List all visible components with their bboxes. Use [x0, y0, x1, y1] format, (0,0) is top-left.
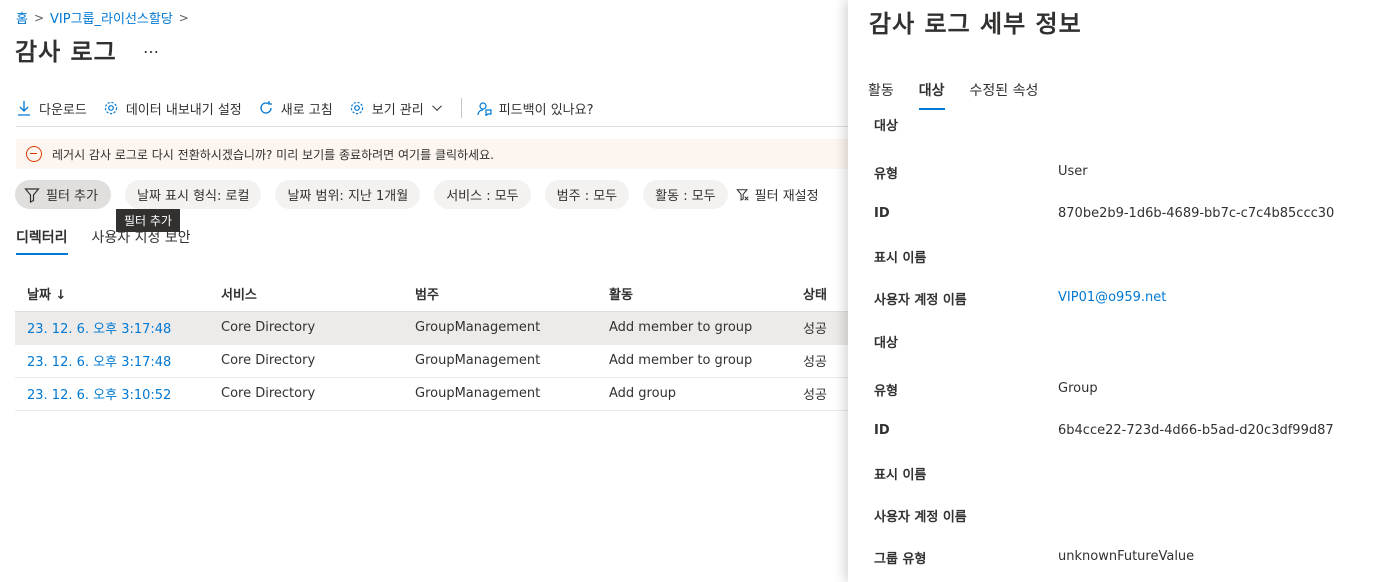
- legacy-banner[interactable]: 레거시 감사 로그로 다시 전환하시겠습니까? 미리 보기를 종료하려면 여기를…: [16, 139, 848, 169]
- id-value: 870be2b9-1d6b-4689-bb7c-c7c4b85ccc30: [1058, 206, 1335, 221]
- table-header-row: 날짜 ↓ 서비스 범주 활동 상태: [15, 276, 848, 312]
- toolbar-divider: [460, 98, 462, 118]
- date-format-filter[interactable]: 날짜 표시 형식: 로컬: [124, 180, 262, 209]
- column-service[interactable]: 서비스: [209, 276, 403, 312]
- manage-view-label: 보기 관리: [371, 102, 424, 118]
- feedback-icon: [477, 102, 492, 116]
- row-activity: Add group: [597, 377, 791, 411]
- row-status: 성공: [791, 377, 848, 411]
- chevron-right-icon: >: [178, 10, 189, 25]
- details-tabs: 활동 대상 수정된 속성: [868, 78, 1038, 110]
- column-status[interactable]: 상태: [791, 276, 848, 312]
- export-settings-button[interactable]: 데이터 내보내기 설정: [103, 99, 242, 118]
- row-category: GroupManagement: [403, 311, 597, 345]
- audit-log-details-panel: 감사 로그 세부 정보 활동 대상 수정된 속성 대상 유형 User ID 8…: [848, 0, 1378, 582]
- add-filter-tooltip: 필터 추가: [116, 209, 180, 232]
- filter-reset-icon: [735, 188, 749, 201]
- chevron-right-icon: >: [33, 10, 45, 25]
- download-label: 다운로드: [39, 102, 87, 118]
- details-title: 감사 로그 세부 정보: [869, 10, 1082, 38]
- type-value: Group: [1058, 381, 1098, 396]
- row-status: 성공: [791, 344, 848, 378]
- download-button[interactable]: 다운로드: [16, 99, 87, 118]
- filter-bar: 필터 추가 날짜 표시 형식: 로컬 날짜 범위: 지난 1개월 서비스 : 모…: [15, 180, 819, 209]
- row-activity: Add member to group: [597, 311, 791, 345]
- display-name-label: 표시 이름: [874, 468, 927, 483]
- id-label: ID: [874, 423, 890, 438]
- row-service: Core Directory: [209, 344, 403, 378]
- table-row[interactable]: 23. 12. 6. 오후 3:10:52 Core Directory Gro…: [15, 377, 848, 411]
- display-name-label: 표시 이름: [874, 251, 927, 266]
- category-filter[interactable]: 범주 : 모두: [544, 180, 630, 209]
- row-activity: Add member to group: [597, 344, 791, 378]
- row-service: Core Directory: [209, 311, 403, 345]
- row-date[interactable]: 23. 12. 6. 오후 3:17:48: [15, 344, 209, 378]
- feedback-label: 피드백이 있나요?: [498, 102, 594, 118]
- upn-value[interactable]: VIP01@o959.net: [1058, 290, 1166, 305]
- add-filter-button[interactable]: 필터 추가: [15, 180, 111, 209]
- table-row[interactable]: 23. 12. 6. 오후 3:17:48 Core Directory Gro…: [15, 311, 848, 345]
- filter-icon: [24, 187, 40, 203]
- row-category: GroupManagement: [403, 344, 597, 378]
- tab-directory[interactable]: 디렉터리: [16, 225, 68, 257]
- type-label: 유형: [874, 167, 898, 182]
- id-label: ID: [874, 206, 890, 221]
- service-filter[interactable]: 서비스 : 모두: [434, 180, 531, 209]
- audit-log-table: 날짜 ↓ 서비스 범주 활동 상태 23. 12. 6. 오후 3:17:48 …: [15, 276, 848, 411]
- chevron-down-icon: [431, 105, 442, 111]
- group-type-value: unknownFutureValue: [1058, 549, 1195, 564]
- more-options-button[interactable]: …: [143, 38, 159, 57]
- row-date[interactable]: 23. 12. 6. 오후 3:17:48: [15, 311, 209, 345]
- breadcrumb: 홈 > VIP그룹_라이선스할당 >: [16, 8, 189, 28]
- activity-filter[interactable]: 활동 : 모두: [643, 180, 728, 209]
- row-service: Core Directory: [209, 377, 403, 411]
- reset-filters-label: 필터 재설정: [754, 189, 819, 204]
- column-date[interactable]: 날짜 ↓: [15, 276, 209, 312]
- breadcrumb-home[interactable]: 홈: [16, 8, 28, 27]
- upn-label: 사용자 계정 이름: [874, 510, 967, 525]
- toolbar-divider-line: [16, 126, 848, 127]
- type-label: 유형: [874, 384, 898, 399]
- refresh-button[interactable]: 새로 고침: [258, 99, 333, 118]
- row-category: GroupManagement: [403, 377, 597, 411]
- export-settings-label: 데이터 내보내기 설정: [125, 102, 242, 118]
- target-heading: 대상: [874, 119, 898, 134]
- group-type-label: 그룹 유형: [874, 552, 927, 567]
- gear-icon: [104, 101, 118, 115]
- date-range-filter[interactable]: 날짜 범위: 지난 1개월: [275, 180, 421, 209]
- type-value: User: [1058, 164, 1088, 179]
- main-content: 홈 > VIP그룹_라이선스할당 > 감사 로그 … 다운로드 데이터 내보내기…: [0, 0, 848, 582]
- column-category[interactable]: 범주: [403, 276, 597, 312]
- toolbar: 다운로드 데이터 내보내기 설정 새로 고침 보기 관리 피드백이 있나요?: [16, 93, 609, 123]
- breadcrumb-group[interactable]: VIP그룹_라이선스할당: [50, 8, 173, 27]
- feedback-button[interactable]: 피드백이 있나요?: [476, 99, 594, 118]
- table-row[interactable]: 23. 12. 6. 오후 3:17:48 Core Directory Gro…: [15, 344, 848, 378]
- gear-icon: [350, 101, 363, 115]
- manage-view-button[interactable]: 보기 관리: [349, 99, 443, 118]
- page-title: 감사 로그: [15, 38, 117, 66]
- warning-icon: [26, 146, 42, 162]
- target-heading: 대상: [874, 336, 898, 351]
- row-status: 성공: [791, 311, 848, 345]
- id-value: 6b4cce22-723d-4d66-b5ad-d20c3df99d87: [1058, 423, 1334, 438]
- tab-activity[interactable]: 활동: [868, 78, 894, 110]
- row-date[interactable]: 23. 12. 6. 오후 3:10:52: [15, 377, 209, 411]
- download-icon: [18, 101, 30, 116]
- column-activity[interactable]: 활동: [597, 276, 791, 312]
- refresh-icon: [260, 101, 272, 114]
- refresh-label: 새로 고침: [280, 102, 333, 118]
- banner-text: 레거시 감사 로그로 다시 전환하시겠습니까? 미리 보기를 종료하려면 여기를…: [52, 147, 494, 162]
- tab-target[interactable]: 대상: [918, 78, 945, 110]
- add-filter-label: 필터 추가: [46, 189, 98, 204]
- upn-label: 사용자 계정 이름: [874, 293, 967, 308]
- reset-filters-button[interactable]: 필터 재설정: [735, 185, 819, 204]
- tab-modified-properties[interactable]: 수정된 속성: [970, 78, 1039, 110]
